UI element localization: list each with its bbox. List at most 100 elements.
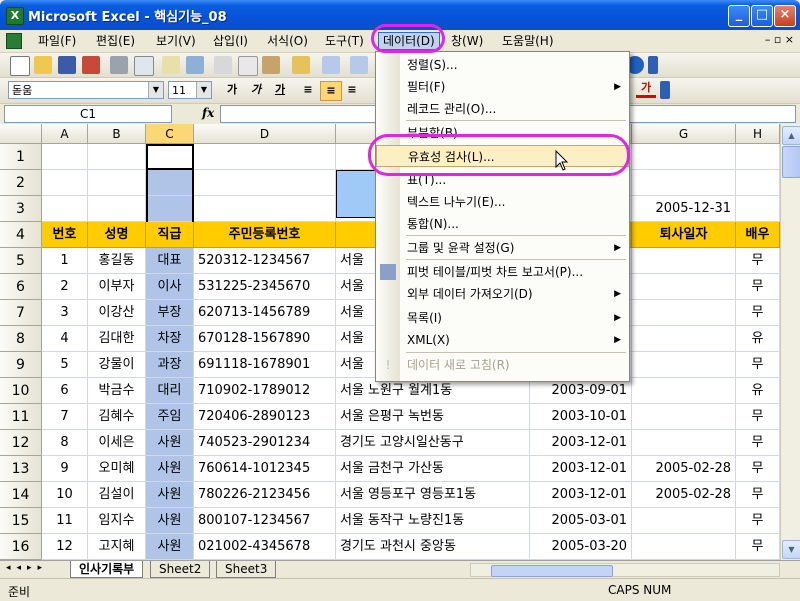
row-header-12[interactable]: 12 [0, 430, 42, 456]
insert-function-icon[interactable]: fx [202, 106, 214, 120]
row-header-6[interactable]: 6 [0, 274, 42, 300]
align-center-icon[interactable]: ≡ [320, 81, 342, 101]
print-preview-icon[interactable] [134, 56, 154, 76]
align-left-icon[interactable]: ≡ [298, 81, 318, 99]
menu-view[interactable]: 보기(V) [152, 33, 200, 49]
row-header-10[interactable]: 10 [0, 378, 42, 404]
column-header-c[interactable]: C [146, 124, 194, 144]
close-icon[interactable]: × [774, 5, 796, 27]
spelling-icon[interactable] [162, 56, 180, 74]
cell[interactable] [194, 196, 336, 222]
table-cell[interactable]: 9 [42, 456, 88, 482]
chevron-down-icon[interactable]: ▼ [148, 82, 163, 98]
table-cell[interactable] [632, 534, 736, 560]
excel-icon[interactable]: X [6, 7, 24, 25]
table-cell[interactable]: 5 [42, 352, 88, 378]
menu-tools[interactable]: 도구(T) [321, 33, 368, 49]
table-cell[interactable]: 무 [736, 430, 780, 456]
row-header-1[interactable]: 1 [0, 144, 42, 170]
table-cell[interactable]: 무 [736, 248, 780, 274]
menu-help[interactable]: 도움말(H) [498, 33, 558, 49]
cell[interactable] [194, 170, 336, 196]
research-icon[interactable] [186, 56, 204, 74]
data-menu-item[interactable]: 외부 데이터 가져오기(D) ▶ [376, 283, 629, 305]
table-cell[interactable]: 780226-2123456 [194, 482, 336, 508]
table-cell[interactable]: 서울 은평구 녹번동 [336, 404, 530, 430]
menu-file[interactable]: 파일(F) [34, 33, 80, 49]
mdi-window-controls[interactable]: – ▫ × [765, 33, 794, 46]
table-cell[interactable]: 대리 [146, 378, 194, 404]
table-cell[interactable] [632, 404, 736, 430]
table-cell[interactable]: 유 [736, 326, 780, 352]
cell[interactable] [736, 170, 780, 196]
cell[interactable] [42, 196, 88, 222]
table-cell[interactable]: 2 [42, 274, 88, 300]
table-cell[interactable]: 사원 [146, 508, 194, 534]
save-icon[interactable] [58, 56, 76, 74]
table-cell[interactable]: 경기도 고양시일산동구 [336, 430, 530, 456]
table-cell[interactable] [632, 508, 736, 534]
column-header-d[interactable]: D [194, 124, 336, 144]
table-cell[interactable]: 6 [42, 378, 88, 404]
menu-edit[interactable]: 편집(E) [92, 33, 139, 49]
tab-sheet-1[interactable]: 인사기록부 [70, 561, 144, 578]
table-cell[interactable]: 2005-02-28 [632, 482, 736, 508]
cell[interactable] [88, 144, 146, 170]
table-cell[interactable] [632, 352, 736, 378]
table-cell[interactable]: 7 [42, 404, 88, 430]
column-header-a[interactable]: A [42, 124, 88, 144]
new-icon[interactable] [10, 56, 30, 76]
table-cell[interactable] [632, 326, 736, 352]
table-cell[interactable]: 이세은 [88, 430, 146, 456]
font-color-button[interactable]: 가 [636, 81, 656, 98]
data-menu-item[interactable]: XML(X) ▶ [376, 329, 629, 351]
cell-g3[interactable]: 2005-12-31 [632, 196, 736, 222]
table-cell[interactable] [632, 430, 736, 456]
print-icon[interactable] [110, 56, 128, 74]
table-cell[interactable]: 김혜수 [88, 404, 146, 430]
bold-button[interactable]: 가 [222, 81, 242, 99]
table-cell[interactable]: 무 [736, 300, 780, 326]
cell[interactable] [632, 170, 736, 196]
chevron-down-icon[interactable]: ▼ [196, 82, 211, 98]
horizontal-scrollbar[interactable] [470, 563, 780, 577]
align-right-icon[interactable]: ≡ [342, 81, 362, 99]
table-cell[interactable]: 서울 금천구 가산동 [336, 456, 530, 482]
tab-sheet-2[interactable]: Sheet2 [150, 561, 211, 578]
table-cell[interactable]: 유 [736, 378, 780, 404]
data-menu-item[interactable]: 통합(N)... [376, 213, 629, 235]
undo-icon[interactable] [322, 56, 340, 74]
table-cell[interactable]: 2003-10-01 [530, 404, 632, 430]
select-all-corner[interactable] [0, 124, 42, 144]
row-header-7[interactable]: 7 [0, 300, 42, 326]
workbook-icon[interactable] [6, 33, 22, 49]
toolbar-options-icon[interactable] [660, 81, 670, 99]
table-cell[interactable]: 고지혜 [88, 534, 146, 560]
table-cell[interactable]: 4 [42, 326, 88, 352]
table-cell[interactable]: 710902-1789012 [194, 378, 336, 404]
table-cell[interactable]: 무 [736, 456, 780, 482]
table-cell[interactable] [632, 378, 736, 404]
table-cell[interactable]: 12 [42, 534, 88, 560]
table-cell[interactable]: 3 [42, 300, 88, 326]
maximize-icon[interactable]: □ [751, 5, 773, 27]
table-cell[interactable]: 무 [736, 508, 780, 534]
row-header-11[interactable]: 11 [0, 404, 42, 430]
table-cell[interactable]: 무 [736, 404, 780, 430]
table-cell[interactable] [632, 300, 736, 326]
row-header-8[interactable]: 8 [0, 326, 42, 352]
table-cell[interactable]: 10 [42, 482, 88, 508]
cell[interactable] [88, 196, 146, 222]
row-header-9[interactable]: 9 [0, 352, 42, 378]
menu-format[interactable]: 서식(O) [263, 33, 312, 49]
table-cell[interactable]: 800107-1234567 [194, 508, 336, 534]
row-header-13[interactable]: 13 [0, 456, 42, 482]
table-cell[interactable]: 520312-1234567 [194, 248, 336, 274]
data-menu-item[interactable]: 피벗 테이블/피벗 차트 보고서(P)... [376, 261, 629, 283]
table-cell[interactable]: 620713-1456789 [194, 300, 336, 326]
table-cell[interactable]: 오미혜 [88, 456, 146, 482]
cell[interactable] [42, 144, 88, 170]
table-cell[interactable]: 2003-12-01 [530, 482, 632, 508]
table-cell[interactable]: 임지수 [88, 508, 146, 534]
table-cell[interactable]: 무 [736, 534, 780, 560]
